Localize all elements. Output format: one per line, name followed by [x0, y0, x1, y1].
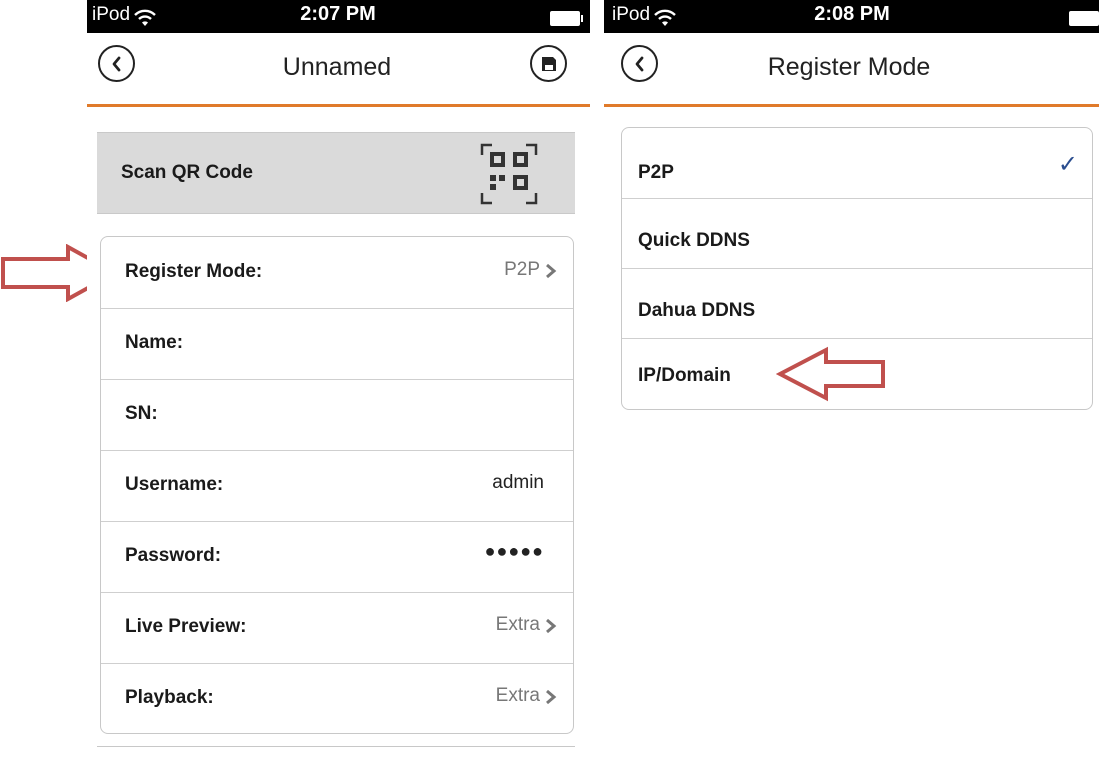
- register-mode-value: P2P: [504, 259, 540, 280]
- battery-icon: [1069, 11, 1099, 26]
- back-button[interactable]: [98, 45, 135, 82]
- scan-qr-code-label: Scan QR Code: [121, 162, 253, 183]
- username-row[interactable]: Username: admin: [101, 450, 573, 522]
- playback-label: Playback:: [125, 687, 214, 708]
- option-label: P2P: [638, 162, 674, 183]
- status-bar: iPod 2:07 PM: [87, 0, 590, 33]
- chevron-right-icon: [546, 618, 557, 634]
- save-icon: [541, 56, 556, 71]
- playback-value: Extra: [495, 685, 540, 706]
- sn-row[interactable]: SN:: [101, 379, 573, 451]
- device-edit-screen: iPod 2:07 PM Unnamed Scan QR Code Regist…: [87, 0, 590, 757]
- register-mode-label: Register Mode:: [125, 261, 263, 282]
- name-label: Name:: [125, 332, 184, 353]
- qr-code-icon: [480, 143, 538, 205]
- name-row[interactable]: Name:: [101, 308, 573, 380]
- annotation-arrow-left: [776, 346, 885, 402]
- register-mode-screen: iPod 2:08 PM Register Mode P2P ✓ Quick D…: [604, 0, 1099, 757]
- chevron-right-icon: [546, 689, 557, 705]
- device-settings-list: Register Mode: P2P Name: SN: Username: a…: [100, 236, 574, 734]
- option-label: Dahua DDNS: [638, 300, 756, 321]
- wifi-icon: [654, 9, 676, 26]
- option-label: Quick DDNS: [638, 230, 750, 251]
- option-p2p[interactable]: P2P ✓: [622, 128, 1092, 199]
- password-field[interactable]: ●●●●●: [485, 541, 544, 562]
- back-icon: [635, 56, 643, 71]
- carrier-label: iPod: [612, 4, 651, 25]
- wifi-icon: [134, 9, 156, 26]
- status-time: 2:07 PM: [300, 3, 376, 25]
- status-bar: iPod 2:08 PM: [604, 0, 1099, 33]
- divider: [97, 746, 575, 747]
- carrier-label: iPod: [92, 4, 131, 25]
- username-field[interactable]: admin: [492, 472, 544, 494]
- save-button[interactable]: [530, 45, 567, 82]
- option-dahua-ddns[interactable]: Dahua DDNS: [622, 268, 1092, 339]
- live-preview-row[interactable]: Live Preview: Extra: [101, 592, 573, 664]
- page-title: Unnamed: [282, 53, 392, 81]
- register-mode-row[interactable]: Register Mode: P2P: [101, 237, 573, 309]
- password-row[interactable]: Password: ●●●●●: [101, 521, 573, 593]
- playback-row[interactable]: Playback: Extra: [101, 663, 573, 733]
- option-label: IP/Domain: [638, 365, 731, 386]
- sn-label: SN:: [125, 403, 158, 424]
- page-title: Register Mode: [767, 53, 931, 81]
- back-icon: [112, 56, 120, 71]
- username-label: Username:: [125, 474, 224, 495]
- checkmark-icon: ✓: [1057, 151, 1078, 178]
- nav-bar: Register Mode: [604, 33, 1099, 107]
- live-preview-label: Live Preview:: [125, 616, 247, 637]
- back-button[interactable]: [621, 45, 658, 82]
- nav-bar: Unnamed: [87, 33, 590, 107]
- status-time: 2:08 PM: [814, 3, 890, 25]
- option-quick-ddns[interactable]: Quick DDNS: [622, 198, 1092, 269]
- scan-qr-code-row[interactable]: Scan QR Code: [97, 132, 575, 214]
- battery-icon: [550, 11, 583, 26]
- chevron-right-icon: [546, 263, 557, 279]
- password-label: Password:: [125, 545, 222, 566]
- live-preview-value: Extra: [495, 614, 540, 635]
